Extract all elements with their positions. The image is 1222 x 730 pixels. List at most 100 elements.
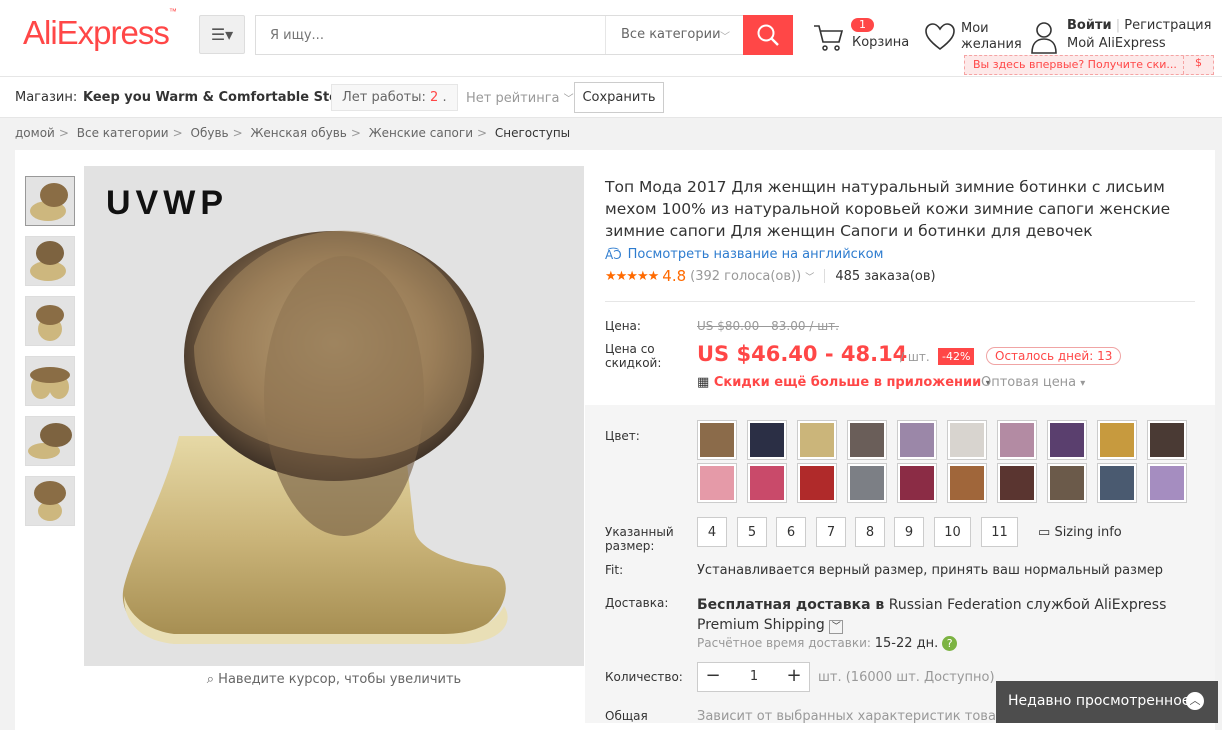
size-option[interactable]: 4 — [697, 517, 727, 547]
orders-count: 485 заказа(ов) — [835, 268, 936, 284]
quantity-input[interactable]: 1 — [728, 663, 780, 691]
breadcrumb-home[interactable]: домой — [15, 126, 55, 140]
color-swatch[interactable] — [697, 463, 737, 503]
discount-price-label: Цена со скидкой: — [605, 342, 662, 370]
product-thumbnail[interactable] — [25, 356, 75, 406]
menu-icon: ☰▾ — [210, 25, 234, 44]
aliexpress-logo[interactable]: AliExpress™ — [23, 7, 177, 52]
discount-badge: -42% — [938, 348, 975, 365]
total-label: Общая — [605, 709, 648, 723]
color-swatch[interactable] — [1047, 420, 1087, 460]
breadcrumb-shoes[interactable]: Обувь — [191, 126, 229, 140]
cart-icon — [814, 25, 844, 51]
category-select[interactable]: Все категории ﹀ — [605, 16, 744, 54]
color-swatch[interactable] — [1097, 463, 1137, 503]
qr-code-icon: ▦ — [697, 375, 710, 390]
color-swatch[interactable] — [797, 420, 837, 460]
shipping-label: Доставка: — [605, 596, 669, 610]
breadcrumb-snow-boots: Снегоступы — [494, 126, 571, 140]
plus-button[interactable]: + — [779, 663, 809, 691]
store-years-badge: Лет работы: 2 . — [331, 84, 458, 111]
product-thumbnail[interactable] — [25, 176, 75, 226]
product-thumbnail[interactable] — [25, 476, 75, 526]
original-price: US $80.00 - 83.00 / шт. — [697, 319, 839, 333]
size-option[interactable]: 5 — [737, 517, 767, 547]
cart-label: Корзина — [852, 35, 910, 50]
breadcrumb-womens-shoes[interactable]: Женская обувь — [250, 126, 346, 140]
breadcrumb-womens-boots[interactable]: Женские сапоги — [369, 126, 473, 140]
cart-count-badge: 1 — [851, 18, 874, 32]
fit-label: Fit: — [605, 563, 624, 577]
color-swatch[interactable] — [1047, 463, 1087, 503]
color-swatch[interactable] — [997, 463, 1037, 503]
rating-value: 4.8 — [662, 267, 687, 285]
categories-menu-button[interactable]: ☰▾ — [199, 15, 245, 54]
color-swatch[interactable] — [1147, 463, 1187, 503]
wholesale-price-dropdown[interactable]: Оптовая цена ▾ — [981, 375, 1085, 390]
size-option[interactable]: 11 — [981, 517, 1018, 547]
my-aliexpress-link[interactable]: Мой AliExpress — [1067, 36, 1166, 51]
user-icon — [1031, 22, 1057, 54]
ruler-icon: ▭ — [1038, 525, 1051, 540]
votes-count[interactable]: (392 голоса(ов)) ﹀ — [690, 269, 814, 284]
search-icon: ⌕ — [206, 672, 215, 687]
days-left-badge: Осталось дней: 13 — [986, 347, 1122, 365]
color-swatch[interactable] — [997, 420, 1037, 460]
color-swatch[interactable] — [847, 420, 887, 460]
delivery-time: Расчётное время доставки: 15-22 дн. ? — [697, 636, 958, 651]
color-swatch[interactable] — [1147, 420, 1187, 460]
main-product-image[interactable]: UVWP — [84, 166, 584, 666]
breadcrumb-all-categories[interactable]: Все категории — [77, 126, 169, 140]
color-swatch[interactable] — [747, 463, 787, 503]
product-title: Топ Мода 2017 Для женщин натуральный зим… — [605, 178, 1171, 240]
size-option[interactable]: 10 — [934, 517, 971, 547]
shipping-dropdown-icon[interactable]: ﹀ — [829, 620, 844, 634]
chevron-down-icon: ﹀ — [563, 94, 574, 105]
chevron-down-icon: ﹀ — [805, 272, 815, 283]
color-swatch[interactable] — [847, 463, 887, 503]
size-option[interactable]: 9 — [894, 517, 924, 547]
color-swatch[interactable] — [897, 463, 937, 503]
product-thumbnail[interactable] — [25, 416, 75, 466]
brand-watermark: UVWP — [106, 184, 228, 222]
star-rating-icon: ★★★★★ — [605, 268, 659, 284]
color-swatch[interactable] — [1097, 420, 1137, 460]
chevron-down-icon: ﹀ — [720, 32, 730, 43]
store-rating-dropdown[interactable]: Нет рейтинга ﹀ — [466, 90, 574, 106]
translate-title-link[interactable]: A͡Ɔ Посмотреть название на английском — [605, 247, 1205, 262]
divider — [605, 301, 1195, 302]
store-bar: Магазин: Keep you Warm & Comfortable Sto… — [0, 77, 1222, 118]
thumbnail-list — [25, 176, 75, 536]
save-store-button[interactable]: Сохранить — [574, 82, 664, 113]
store-label: Магазин: — [15, 90, 78, 105]
new-user-promo-banner[interactable]: Вы здесь впервые? Получите ски... $ — [964, 55, 1214, 75]
size-option[interactable]: 8 — [855, 517, 885, 547]
boot-image — [84, 166, 584, 666]
product-thumbnail[interactable] — [25, 236, 75, 286]
minus-button[interactable]: − — [698, 663, 728, 691]
cart-button[interactable]: 1 Корзина — [812, 18, 912, 58]
total-value: Зависит от выбранных характеристик товар… — [697, 709, 1013, 724]
color-swatch[interactable] — [747, 420, 787, 460]
size-option[interactable]: 6 — [776, 517, 806, 547]
login-link[interactable]: Войти — [1067, 18, 1112, 33]
rating-row: ★★★★★ 4.8 (392 голоса(ов)) ﹀ 485 заказа(… — [605, 267, 1205, 285]
color-swatch[interactable] — [697, 420, 737, 460]
color-swatch[interactable] — [947, 420, 987, 460]
recently-viewed-button[interactable]: Недавно просмотренное ︿ — [996, 681, 1218, 723]
product-thumbnail[interactable] — [25, 296, 75, 346]
wishlist-button[interactable]: Мои желания — [924, 20, 1024, 60]
color-swatch[interactable] — [797, 463, 837, 503]
color-swatch[interactable] — [897, 420, 937, 460]
breadcrumb: домой > Все категории > Обувь > Женская обу… — [15, 126, 571, 140]
app-discount-link[interactable]: ▦ Скидки ещё больше в приложении ▾ — [697, 375, 991, 390]
sizing-info-link[interactable]: ▭ Sizing info — [1038, 525, 1122, 540]
store-name-link[interactable]: Keep you Warm & Comfortable Store — [83, 90, 353, 105]
search-input[interactable] — [256, 16, 604, 54]
register-link[interactable]: Регистрация — [1124, 18, 1211, 33]
size-option[interactable]: 7 — [816, 517, 846, 547]
search-button[interactable] — [743, 15, 793, 55]
help-icon[interactable]: ? — [942, 636, 958, 651]
heart-icon — [925, 23, 955, 51]
color-swatch[interactable] — [947, 463, 987, 503]
